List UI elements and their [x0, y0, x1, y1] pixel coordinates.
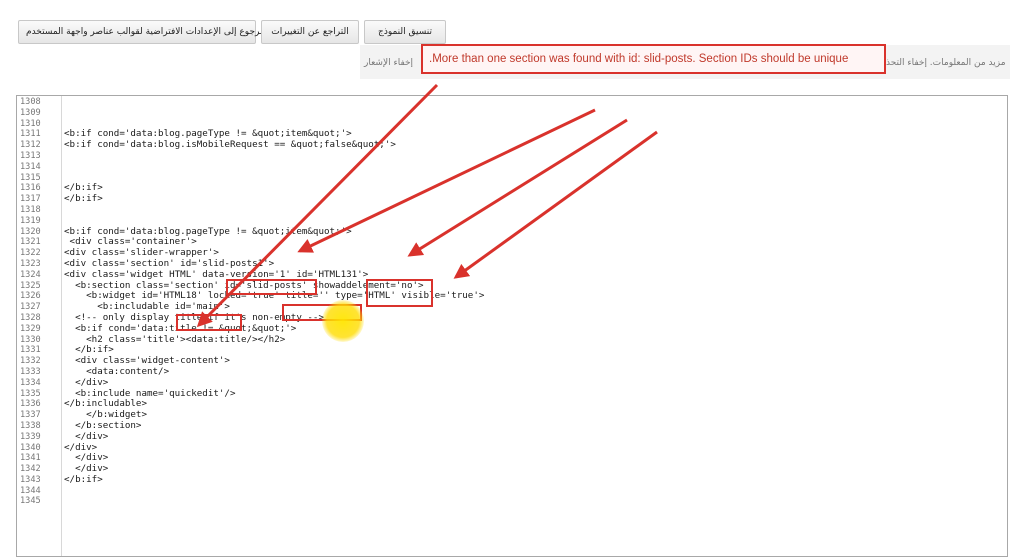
line-number: 1327	[20, 302, 41, 313]
code-line: 1342 </div>	[17, 463, 1007, 475]
line-number: 1332	[20, 356, 41, 367]
line-number: 1343	[20, 474, 41, 485]
line-number: 1339	[20, 431, 41, 442]
code-line: 1316 </b:if>	[17, 183, 1007, 194]
line-number: 1318	[20, 204, 41, 215]
code-line: 1337 </b:widget>	[17, 409, 1007, 421]
line-number: 1328	[20, 312, 41, 323]
line-number: 1321	[20, 237, 41, 248]
line-number: 1320	[20, 226, 41, 237]
line-number: 1324	[20, 269, 41, 280]
code-line: 1343 </b:if>	[17, 474, 1007, 486]
code-line: 1345	[17, 496, 1007, 507]
code-line: 1329 <b:if cond='data:title != &quot;&qu…	[17, 323, 1007, 335]
line-number: 1341	[20, 453, 41, 464]
code-text[interactable]: </div>	[58, 431, 108, 443]
line-number: 1340	[20, 442, 41, 453]
line-number: 1326	[20, 291, 41, 302]
line-number: 1310	[20, 118, 41, 129]
line-number: 1344	[20, 485, 41, 496]
line-number: 1323	[20, 258, 41, 269]
line-number: 1319	[20, 215, 41, 226]
code-line: 1340 </div>	[17, 442, 1007, 454]
code-line: 1319	[17, 216, 1007, 227]
line-number: 1329	[20, 323, 41, 334]
code-text[interactable]: </b:if>	[58, 474, 103, 486]
line-number: 1331	[20, 345, 41, 356]
code-line: 1330 <h2 class='title'><data:title/></h2…	[17, 334, 1007, 346]
code-text[interactable]: </div>	[58, 377, 108, 389]
line-number: 1345	[20, 496, 41, 507]
line-number: 1316	[20, 183, 41, 194]
line-number: 1315	[20, 172, 41, 183]
code-text[interactable]: </b:if>	[58, 193, 103, 205]
line-number: 1330	[20, 334, 41, 345]
code-line: 1318	[17, 205, 1007, 216]
code-line: 1341 </div>	[17, 452, 1007, 464]
more-info-link[interactable]: مزيد من المعلومات. إخفاء التحذ	[886, 58, 1006, 68]
code-line: 1338 </b:section>	[17, 420, 1007, 432]
line-number: 1313	[20, 150, 41, 161]
code-line: 1344	[17, 486, 1007, 497]
code-line: 1336 </b:includable>	[17, 399, 1007, 410]
code-line: 1324 <div class='widget HTML' data-versio…	[17, 269, 1007, 281]
line-number: 1333	[20, 366, 41, 377]
code-text[interactable]: <div class='widget HTML' data-version='1…	[58, 269, 368, 281]
code-text[interactable]: <b:if cond='data:blog.isMobileRequest ==…	[58, 139, 396, 151]
highlight-html18	[176, 314, 242, 331]
code-lines: 1308 1309 1310 1311 <b:if cond='data:blog.pa…	[17, 97, 1007, 507]
code-editor[interactable]: 1308 1309 1310 1311 <b:if cond='data:blog.pa…	[16, 95, 1008, 557]
code-line: 1308	[17, 97, 1007, 108]
undo-changes-button[interactable]: التراجع عن التغييرات	[261, 20, 359, 44]
line-number: 1314	[20, 161, 41, 172]
line-number: 1325	[20, 280, 41, 291]
code-line: 1317 </b:if>	[17, 193, 1007, 205]
code-line: 1333 <data:content/>	[17, 366, 1007, 378]
editor-toolbar: الرجوع إلى الإعدادات الافتراضية لقوالب ع…	[18, 20, 446, 44]
error-text: .More than one section was found with id…	[429, 53, 849, 65]
code-line: 1314	[17, 162, 1007, 173]
error-message: .More than one section was found with id…	[421, 44, 886, 74]
code-line: 1315	[17, 173, 1007, 184]
code-line: 1334 </div>	[17, 377, 1007, 389]
line-number: 1312	[20, 140, 41, 151]
format-template-button[interactable]: تنسيق النموذج	[364, 20, 446, 44]
code-line: 1309	[17, 108, 1007, 119]
line-number: 1311	[20, 129, 41, 140]
code-line: 1339 </div>	[17, 431, 1007, 443]
line-number: 1335	[20, 388, 41, 399]
line-number: 1317	[20, 194, 41, 205]
mouse-cursor-highlight	[322, 300, 364, 342]
line-number: 1322	[20, 248, 41, 259]
code-line: 1335 <b:include name='quickedit'/>	[17, 388, 1007, 400]
revert-widget-templates-button[interactable]: الرجوع إلى الإعدادات الافتراضية لقوالب ع…	[18, 20, 265, 44]
line-number: 1342	[20, 464, 41, 475]
line-number: 1309	[20, 107, 41, 118]
highlight-html131	[366, 279, 433, 307]
line-number: 1338	[20, 420, 41, 431]
line-number: 1336	[20, 399, 41, 410]
dismiss-notice-link[interactable]: إخفاء الإشعار	[364, 58, 413, 68]
line-number: 1308	[20, 97, 41, 107]
highlight-slid-posts1	[226, 279, 317, 295]
line-number: 1337	[20, 410, 41, 421]
code-line: 1313	[17, 151, 1007, 162]
line-number: 1334	[20, 377, 41, 388]
code-line: 1312 <b:if cond='data:blog.isMobileReques…	[17, 139, 1007, 151]
